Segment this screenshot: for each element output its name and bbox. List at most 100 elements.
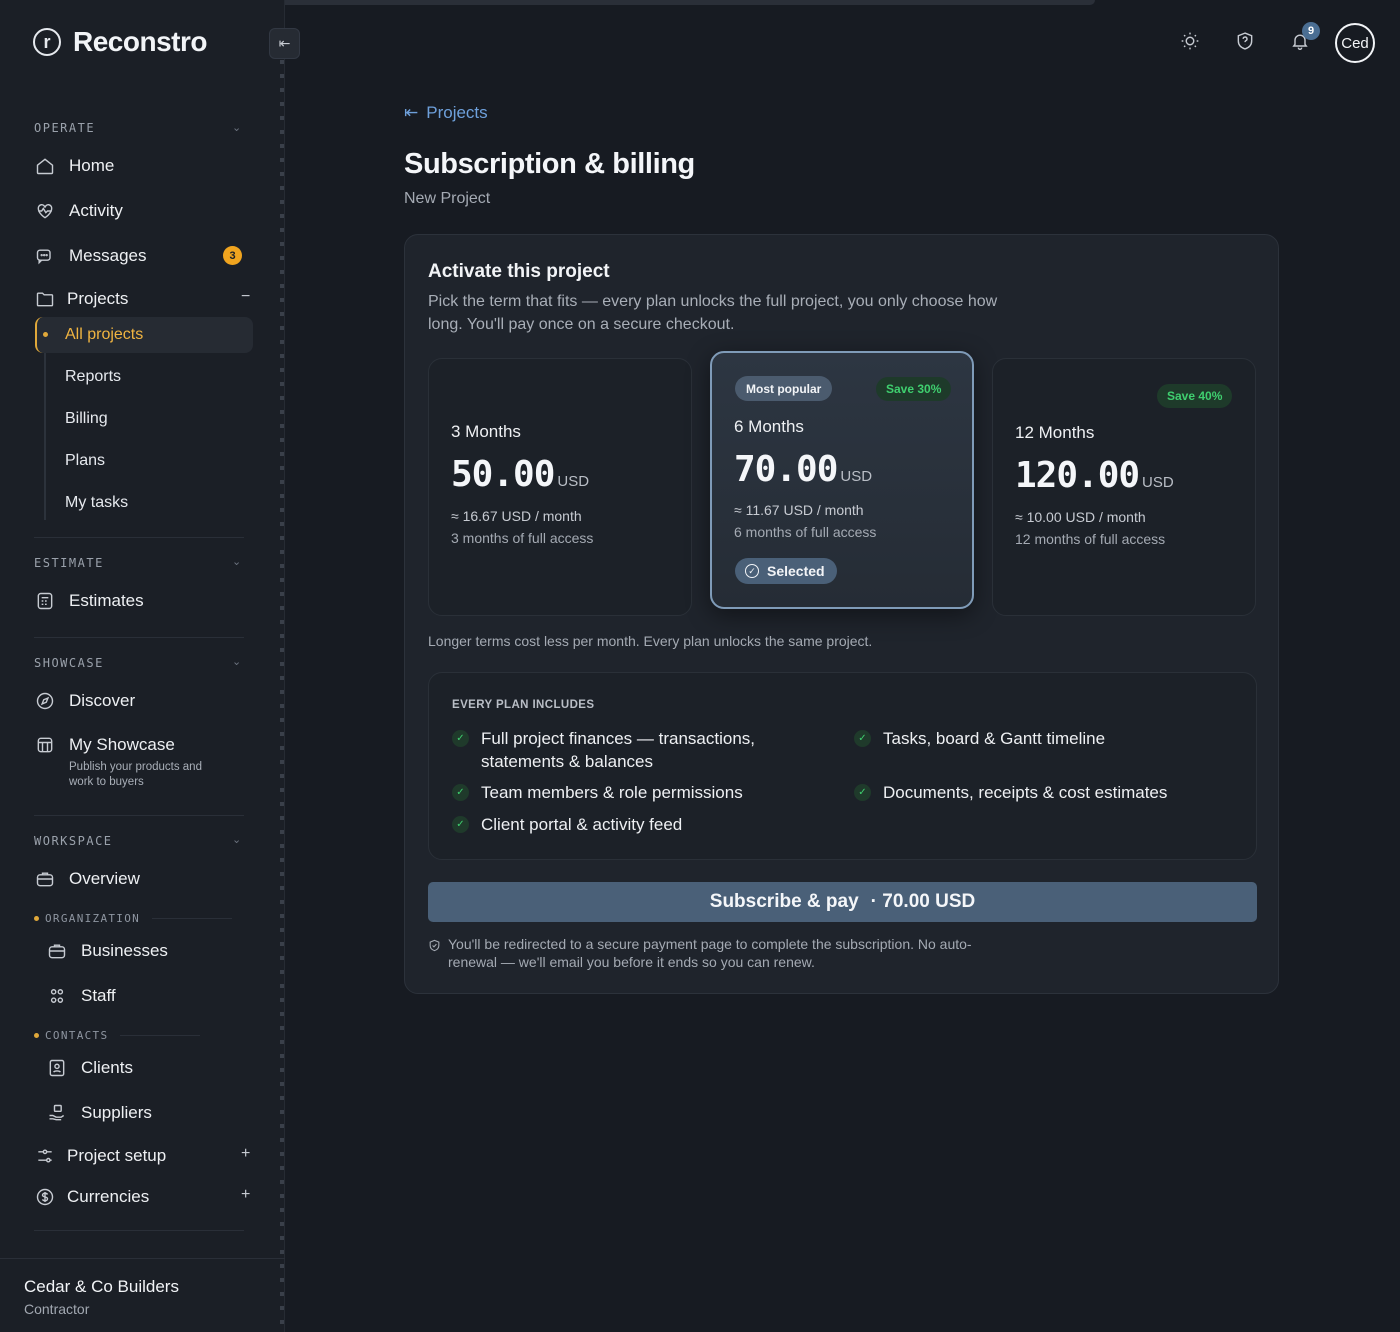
plan-per-month: ≈ 16.67 USD / month [451, 508, 582, 524]
check-icon: ✓ [452, 784, 469, 801]
section-label-estimate: ESTIMATE [34, 556, 104, 570]
group-label-organization: ORGANIZATION [34, 912, 233, 925]
sidebar-subitem-label: All projects [65, 326, 144, 343]
panel-description: Pick the term that fits — every plan unl… [428, 293, 998, 333]
sidebar-item-clients[interactable]: Clients [46, 1057, 133, 1079]
sidebar-item-messages[interactable]: Messages [34, 245, 146, 267]
workspace-switcher[interactable]: Cedar & Co Builders Contractor [0, 1258, 285, 1332]
plan-card-6-months[interactable]: Most popular Save 30% 6 Months 70.00 USD… [710, 351, 974, 609]
sidebar-item-home[interactable]: Home [34, 155, 114, 177]
section-divider [34, 815, 244, 816]
sidebar-item-businesses[interactable]: Businesses [46, 940, 168, 962]
plan-price: 50.00 USD [451, 454, 589, 495]
plan-price-value: 120.00 [1015, 455, 1140, 496]
plan-includes-box: EVERY PLAN INCLUDES ✓ Full project finan… [428, 672, 1257, 860]
check-icon: ✓ [452, 816, 469, 833]
sidebar-item-suppliers[interactable]: Suppliers [46, 1102, 152, 1124]
help-button[interactable] [1234, 31, 1256, 56]
sidebar-item-currencies[interactable]: Currencies [34, 1186, 149, 1208]
section-label-showcase: SHOWCASE [34, 656, 104, 670]
sidebar-item-label: Discover [69, 691, 136, 710]
sidebar-item-my-showcase[interactable]: My Showcase [34, 734, 175, 756]
subscribe-label: Subscribe & pay [709, 891, 859, 912]
sidebar-subitem-billing[interactable]: Billing [65, 410, 108, 428]
chevron-down-icon[interactable]: ⌄ [232, 121, 241, 134]
sidebar-subitem-all-projects[interactable]: All projects [35, 317, 253, 353]
sidebar-item-label: Suppliers [81, 1103, 152, 1122]
feature-item: ✓ Full project finances — transactions, … [452, 727, 782, 773]
company-name: Cedar & Co Builders [24, 1277, 179, 1296]
top-strip [235, 0, 1095, 5]
group-dot-icon [34, 916, 39, 921]
sidebar-item-label: Businesses [81, 941, 168, 960]
plan-per-month: ≈ 11.67 USD / month [734, 502, 864, 518]
heart-pulse-icon [34, 200, 56, 222]
expand-project-setup-icon[interactable]: + [241, 1145, 250, 1163]
back-link-label: Projects [426, 103, 488, 122]
chevron-down-icon[interactable]: ⌄ [232, 655, 241, 668]
group-dot-icon [34, 1033, 39, 1038]
feature-item: ✓ Tasks, board & Gantt timeline [854, 727, 1234, 750]
feature-item: ✓ Documents, receipts & cost estimates [854, 781, 1234, 804]
chat-icon [34, 245, 56, 267]
plan-card-12-months[interactable]: Save 40% 12 Months 120.00 USD ≈ 10.00 US… [992, 358, 1256, 616]
sidebar-item-estimates[interactable]: Estimates [34, 590, 144, 612]
sidebar-item-label: Currencies [67, 1187, 150, 1206]
theme-toggle-button[interactable] [1179, 32, 1201, 54]
collapse-sidebar-button[interactable]: ⇤ [269, 28, 300, 59]
sidebar-item-label: Clients [81, 1058, 133, 1077]
back-to-projects-link[interactable]: ⇤ Projects [404, 103, 488, 123]
sidebar-item-overview[interactable]: Overview [34, 868, 140, 890]
app-logo[interactable]: r Reconstro [33, 26, 207, 58]
group-label-text: ORGANIZATION [45, 912, 141, 925]
user-avatar[interactable]: Ced [1335, 23, 1375, 63]
dollar-circle-icon [34, 1186, 56, 1208]
briefcase-icon [46, 940, 68, 962]
check-circle-icon: ✓ [745, 564, 759, 578]
sidebar-subitem-plans[interactable]: Plans [65, 452, 105, 470]
sidebar-item-discover[interactable]: Discover [34, 690, 135, 712]
hand-box-icon [46, 1102, 68, 1124]
arrow-left-bar-icon: ⇤ [404, 103, 419, 122]
sidebar-subitem-my-tasks[interactable]: My tasks [65, 494, 128, 512]
feature-item: ✓ Team members & role permissions [452, 781, 832, 804]
collapse-projects-icon[interactable]: − [241, 288, 250, 306]
storefront-icon [34, 734, 56, 756]
subscribe-pay-button[interactable]: Subscribe & pay · 70.00 USD [428, 882, 1257, 922]
sidebar-item-label: Project setup [67, 1146, 167, 1165]
active-dot-icon [43, 332, 48, 337]
feature-item: ✓ Client portal & activity feed [452, 813, 832, 836]
sidebar-item-projects[interactable]: Projects [34, 288, 128, 310]
plan-card-3-months[interactable]: 3 Months 50.00 USD ≈ 16.67 USD / month 3… [428, 358, 692, 616]
panel-title: Activate this project [428, 261, 610, 282]
selected-badge: ✓ Selected [735, 558, 837, 584]
expand-currencies-icon[interactable]: + [241, 1186, 250, 1204]
plan-price-value: 70.00 [734, 449, 838, 490]
sidebar-item-label: Staff [81, 986, 116, 1005]
group-label-text: CONTACTS [45, 1029, 109, 1042]
chevron-down-icon[interactable]: ⌄ [232, 833, 241, 846]
page-title: Subscription & billing [404, 148, 695, 180]
plan-currency: USD [840, 468, 873, 485]
plan-price: 70.00 USD [734, 449, 872, 490]
sidebar-subitem-reports[interactable]: Reports [65, 368, 121, 386]
chevron-down-icon[interactable]: ⌄ [232, 555, 241, 568]
sidebar-item-activity[interactable]: Activity [34, 200, 123, 222]
sidebar-item-label: Home [69, 156, 115, 175]
activation-panel: Activate this project Pick the term that… [404, 234, 1279, 994]
notifications-count-badge: 9 [1302, 22, 1320, 40]
briefcase-icon [34, 868, 56, 890]
group-divider [152, 918, 233, 919]
sidebar-item-label: Activity [69, 201, 123, 220]
page-subtitle: New Project [404, 190, 491, 207]
sidebar-item-project-setup[interactable]: Project setup [34, 1145, 166, 1167]
compass-icon [34, 690, 56, 712]
section-label-workspace: WORKSPACE [34, 834, 113, 848]
help-icon [1235, 31, 1255, 56]
plan-currency: USD [1142, 474, 1174, 491]
sidebar-resize-handle[interactable] [280, 60, 284, 1330]
sidebar-item-staff[interactable]: Staff [46, 985, 116, 1007]
sidebar-item-label: Messages [69, 246, 147, 265]
feature-text: Tasks, board & Gantt timeline [883, 729, 1106, 748]
subscribe-amount: · 70.00 USD [870, 891, 976, 912]
